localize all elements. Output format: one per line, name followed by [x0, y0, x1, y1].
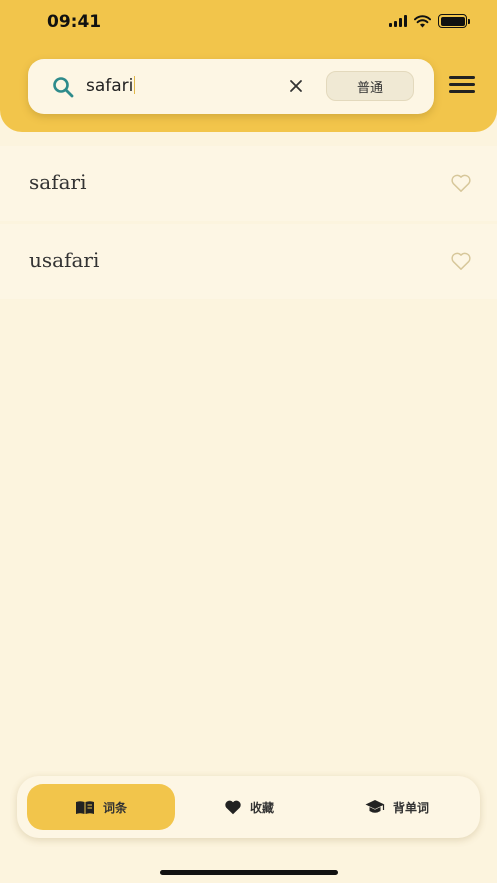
tab-vocabulary[interactable]: 背单词: [323, 784, 471, 830]
battery-icon: [438, 14, 470, 28]
search-icon: [53, 77, 74, 98]
list-item[interactable]: usafari: [0, 224, 497, 299]
graduation-cap-icon: [365, 800, 385, 813]
tab-favorites[interactable]: 收藏: [175, 784, 323, 830]
search-mode-button[interactable]: 普通: [326, 71, 414, 101]
tab-favorites-label: 收藏: [249, 800, 274, 815]
result-word: usafari: [29, 248, 100, 272]
tab-vocabulary-label: 背单词: [392, 800, 429, 815]
tab-entries-label: 词条: [102, 800, 127, 815]
wifi-icon: [414, 14, 431, 27]
search-bar[interactable]: safari 普通: [28, 59, 434, 114]
list-item[interactable]: safari: [0, 146, 497, 221]
result-word: safari: [29, 170, 87, 194]
results-list: safari usafari: [0, 146, 497, 302]
home-indicator[interactable]: [160, 870, 338, 875]
search-query-text: safari: [86, 76, 134, 96]
tab-entries[interactable]: 词条: [27, 784, 175, 830]
status-time: 09:41: [47, 12, 102, 32]
cellular-signal-icon: [389, 15, 407, 27]
heart-outline-icon[interactable]: [450, 173, 472, 193]
status-bar: 09:41: [0, 0, 497, 44]
text-caret: [134, 76, 136, 94]
book-icon: [75, 800, 94, 814]
heart-outline-icon[interactable]: [450, 251, 472, 271]
heart-icon: [225, 800, 241, 815]
header: 09:41 safari 普通: [0, 0, 497, 132]
status-icons: [389, 14, 470, 28]
hamburger-menu-icon[interactable]: [449, 76, 475, 96]
search-input[interactable]: safari: [86, 76, 136, 96]
bottom-tab-bar: 词条 收藏 背单词: [17, 776, 480, 838]
close-icon[interactable]: [286, 76, 306, 96]
